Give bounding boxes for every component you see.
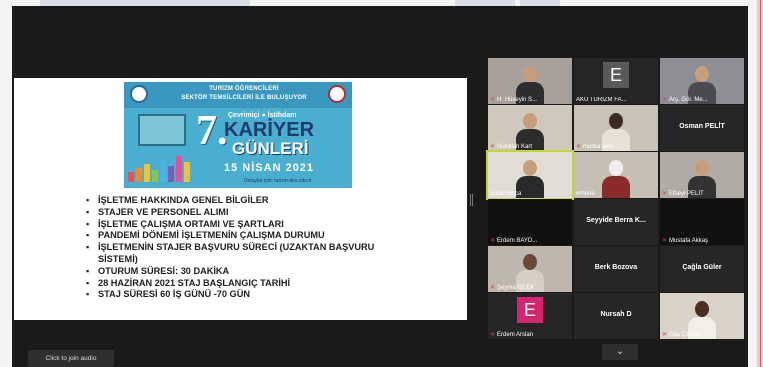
participant-tile[interactable]: Berk Bozova [574, 246, 658, 292]
participant-video [602, 160, 630, 198]
muted-mic-icon: ✕ [490, 97, 496, 103]
participant-name: ✕ melisa ateş [576, 144, 614, 150]
participant-tile[interactable]: iPhone [574, 152, 658, 198]
participant-name: ✕ Şeyma İŞLEK [490, 285, 535, 291]
participant-tile-active-speaker[interactable]: Ercan Hoca [486, 150, 574, 200]
muted-mic-icon: ✕ [490, 144, 496, 150]
participant-name: ✕ Arş. Gör. Me... [662, 97, 708, 103]
participant-tile[interactable]: ✕ Mustafa Akkaş [660, 199, 744, 245]
muted-mic-icon: ✕ [490, 238, 496, 244]
agenda-item: STAJ SÜRESİ 60 İŞ GÜNÜ -70 GÜN [86, 289, 406, 301]
participant-name: ✕ Erdem BAYD... [490, 238, 538, 244]
participant-name: Nursah D [600, 311, 632, 318]
university-logo [130, 85, 148, 103]
bar-illustration [128, 152, 192, 182]
join-audio-button[interactable]: Click to join audio [28, 350, 114, 367]
banner-details: Detaylar için: turizm.aku.edu.tr [244, 178, 312, 184]
participant-name: Çağla Güler [682, 264, 722, 271]
banner-date: 15 NİSAN 2021 [224, 162, 315, 174]
muted-mic-icon: ✕ [662, 332, 668, 338]
avatar: E [517, 297, 543, 323]
participant-name: ✕ Erdem Arslan [490, 332, 534, 338]
participant-tile[interactable]: Seyyide Berra K... [574, 199, 658, 245]
participant-name: ✕ Mustafa Akkaş [662, 238, 709, 244]
avatar: E [603, 62, 629, 88]
resize-handle[interactable] [470, 194, 473, 206]
participant-tile[interactable]: E AKÜ TURİZM FA... [574, 58, 658, 104]
banner-line-1: TURİZM ÖĞRENCİLERİ [209, 86, 279, 92]
participant-name: ✕ Eda Çoban [662, 332, 700, 338]
muted-mic-icon: ✕ [576, 144, 582, 150]
participant-name: ✕ H. Hüseyin S... [490, 97, 538, 103]
agenda-item: İŞLETME HAKKINDA GENEL BİLGİLER [86, 195, 406, 207]
agenda-list: İŞLETME HAKKINDA GENEL BİLGİLER STAJER V… [86, 195, 406, 301]
agenda-item: STAJER VE PERSONEL ALIMI [86, 207, 406, 219]
muted-mic-icon: ✕ [490, 332, 496, 338]
agenda-item: OTURUM SÜRESİ: 30 DAKİKA [86, 266, 406, 278]
muted-mic-icon: ✕ [662, 97, 668, 103]
participant-tile[interactable]: ✕ H. Hüseyin S... [488, 58, 572, 104]
page-edge-line [760, 0, 761, 367]
participant-name: Osman PELİT [679, 123, 725, 130]
agenda-item: İŞLETME ÇALIŞMA ORTAMI VE ŞARTLARI [86, 219, 406, 231]
monitor-illustration [138, 114, 186, 146]
agenda-item: 28 HAZİRAN 2021 STAJ BAŞLANGIÇ TARİHİ [86, 278, 406, 290]
participant-name: Berk Bozova [594, 264, 638, 271]
zoom-meeting-window: TURİZM ÖĞRENCİLERİ SEKTÖR TEMSİLCİLERİ İ… [12, 6, 748, 367]
participant-tile[interactable]: ✕ Elbeyi PELİT [660, 152, 744, 198]
participant-tile[interactable]: ✕ melisa ateş [574, 105, 658, 151]
participant-name: Ercan Hoca [490, 191, 522, 197]
participant-tile[interactable]: ✕ Eda Çoban [660, 293, 744, 339]
banner-line-2: SEKTÖR TEMSİLCİLERİ İLE BULUŞUYOR [181, 95, 307, 101]
participant-tile[interactable]: ✕ Arş. Gör. Me... [660, 58, 744, 104]
banner-title-2: GÜNLERİ [232, 139, 309, 158]
muted-mic-icon: ✕ [490, 285, 496, 291]
participant-name: ✕ Nurullah Kart [490, 144, 533, 150]
muted-mic-icon: ✕ [662, 238, 668, 244]
participant-tile[interactable]: ✕ Nurullah Kart [488, 105, 572, 151]
participant-tile[interactable]: Osman PELİT [660, 105, 744, 151]
chevron-down-icon[interactable]: ⌄ [602, 344, 638, 360]
faculty-logo [328, 85, 346, 103]
event-number: 7. [196, 108, 228, 154]
banner-online-label: Çevrimiçi ● İstihdam [228, 112, 297, 119]
banner-title-1: KARİYER [224, 119, 315, 141]
agenda-item: İŞLETMENİN STAJER BAŞVURU SÜRECİ (UZAKTA… [86, 242, 406, 266]
participant-tile[interactable]: ✕ Erdem BAYD... [488, 199, 572, 245]
participant-name: AKÜ TURİZM FA... [576, 97, 627, 103]
muted-mic-icon: ✕ [662, 191, 668, 197]
participant-tile[interactable]: Nursah D [574, 293, 658, 339]
participant-tile[interactable]: ✕ Şeyma İŞLEK [488, 246, 572, 292]
shared-screen: TURİZM ÖĞRENCİLERİ SEKTÖR TEMSİLCİLERİ İ… [14, 78, 467, 320]
agenda-item: PANDEMİ DÖNEMİ İŞLETMENİN ÇALIŞMA DURUMU [86, 230, 406, 242]
event-banner: TURİZM ÖĞRENCİLERİ SEKTÖR TEMSİLCİLERİ İ… [124, 82, 352, 188]
participant-tile[interactable]: E ✕ Erdem Arslan [488, 293, 572, 339]
participant-name: Seyyide Berra K... [586, 217, 646, 224]
participant-tile[interactable]: Çağla Güler [660, 246, 744, 292]
participant-name: ✕ Elbeyi PELİT [662, 191, 704, 197]
participant-name: iPhone [576, 191, 595, 197]
